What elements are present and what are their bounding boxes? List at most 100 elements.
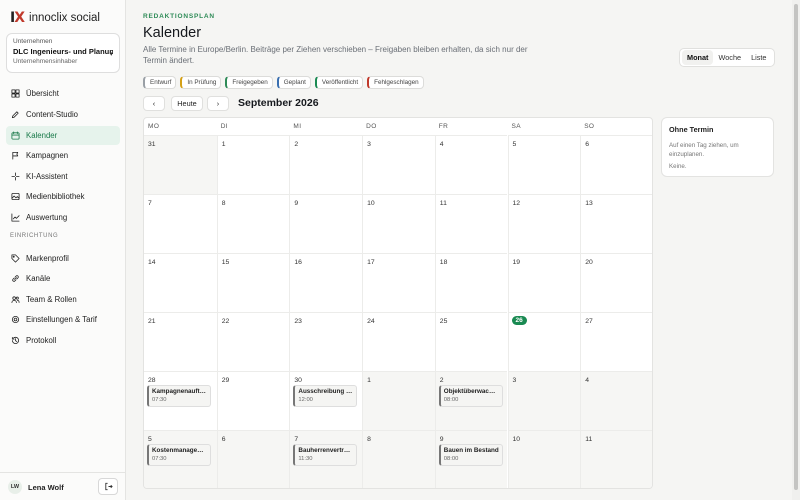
link-icon — [10, 274, 20, 284]
day-cell[interactable]: 16 — [289, 253, 363, 312]
day-cell[interactable]: 5 — [507, 135, 581, 194]
day-cell[interactable]: 2 — [289, 135, 363, 194]
calendar-event[interactable]: Bauherrenvertretung 11:30 — [293, 444, 358, 466]
status-chip-in-pruefung[interactable]: In Prüfung — [180, 76, 222, 89]
view-week-button[interactable]: Woche — [713, 50, 746, 65]
calendar-event[interactable]: Kostenmanagement 07:30 — [147, 444, 211, 466]
sidebar-item-team-rollen[interactable]: Team & Rollen — [6, 290, 120, 309]
day-cell[interactable]: 29 — [216, 371, 290, 430]
day-cell[interactable]: 17 — [362, 253, 435, 312]
day-cell[interactable]: 22 — [216, 312, 290, 371]
day-cell[interactable]: 10 — [362, 194, 435, 253]
day-cell[interactable]: 13 — [580, 194, 652, 253]
event-title: Kostenmanagement — [152, 447, 207, 454]
day-cell[interactable]: 1 — [216, 135, 290, 194]
org-switcher[interactable]: Unternehmen DLC Ingenieurs- und Planungs… — [6, 33, 120, 73]
event-title: Bauen im Bestand — [443, 447, 499, 454]
event-title: Bauherrenvertretung — [298, 447, 354, 454]
scrollbar-thumb[interactable] — [794, 4, 798, 490]
users-icon — [10, 295, 20, 305]
sidebar-item-einstellungen-tarif[interactable]: Einstellungen & Tarif — [6, 310, 120, 329]
calendar-event[interactable]: Kampagnenauftakt 07:30 — [147, 385, 211, 407]
view-list-button[interactable]: Liste — [746, 50, 771, 65]
day-cell[interactable]: 15 — [216, 253, 290, 312]
user-name: Lena Wolf — [28, 483, 64, 492]
day-cell[interactable]: 1 — [362, 371, 435, 430]
event-time: 08:00 — [443, 456, 459, 462]
day-cell[interactable]: 18 — [434, 253, 508, 312]
day-cell[interactable]: 31 — [144, 135, 217, 194]
page-subtitle: Alle Termine in Europe/Berlin. Beiträge … — [143, 45, 528, 65]
day-cell[interactable]: 30 Ausschreibung und Vergabe 12:00 — [289, 371, 363, 430]
sidebar-item-kalender[interactable]: Kalender — [6, 126, 120, 145]
status-chip-entwurf[interactable]: Entwurf — [143, 76, 177, 89]
logout-button[interactable] — [98, 478, 118, 495]
sidebar-item-content-studio[interactable]: Content-Studio — [6, 105, 120, 124]
sidebar: IX innoclix social Unternehmen DLC Ingen… — [0, 0, 126, 500]
day-number: 14 — [148, 259, 156, 266]
day-cell[interactable]: 12 — [507, 194, 581, 253]
event-title: Kampagnenauftakt — [152, 388, 207, 395]
view-month-button[interactable]: Monat — [682, 50, 714, 65]
brand-logo[interactable]: IX innoclix social — [10, 10, 100, 26]
day-cell[interactable]: 20 — [580, 253, 652, 312]
day-cell[interactable]: 24 — [362, 312, 435, 371]
day-cell[interactable]: 7 Bauherrenvertretung 11:30 — [289, 430, 363, 488]
status-chip-veroeffentlicht[interactable]: Veröffentlicht — [314, 76, 364, 89]
sidebar-item-markenprofil[interactable]: Markenprofil — [6, 249, 120, 268]
day-cell[interactable]: 19 — [507, 253, 581, 312]
calendar-event[interactable]: Ausschreibung und Vergabe 12:00 — [293, 385, 358, 407]
sidebar-item-medienbibliothek[interactable]: Medienbibliothek — [6, 187, 120, 206]
day-cell[interactable]: 2 Objektüberwachung 08:00 — [434, 371, 508, 430]
day-cell[interactable]: 26 — [507, 312, 581, 371]
sidebar-item-kampagnen[interactable]: Kampagnen — [6, 146, 120, 165]
day-cell[interactable]: 25 — [434, 312, 508, 371]
sidebar-item-protokoll[interactable]: Protokoll — [6, 331, 120, 350]
day-cell[interactable]: 4 — [580, 371, 652, 430]
chevron-down-icon: ▾ — [109, 51, 113, 58]
chevron-right-icon: › — [216, 99, 220, 108]
day-cell[interactable]: 4 — [434, 135, 508, 194]
next-month-button[interactable]: › — [207, 96, 229, 111]
calendar-event[interactable]: Bauen im Bestand 08:00 — [438, 444, 503, 466]
day-number: 23 — [294, 318, 302, 325]
day-cell[interactable]: 27 — [580, 312, 652, 371]
day-cell[interactable]: 11 — [580, 430, 652, 488]
sidebar-item-auswertung[interactable]: Auswertung — [6, 208, 120, 227]
day-number: 13 — [585, 200, 593, 207]
sidebar-item-kanaele[interactable]: Kanäle — [6, 269, 120, 288]
page-scrollbar[interactable] — [792, 0, 800, 500]
day-cell[interactable]: 5 Kostenmanagement 07:30 — [144, 430, 217, 488]
day-number: 9 — [294, 200, 299, 207]
status-chip-freigegeben[interactable]: Freigegeben — [225, 76, 273, 89]
prev-month-button[interactable]: ‹ — [143, 96, 165, 111]
sidebar-item-uebersicht[interactable]: Übersicht — [6, 84, 120, 103]
day-cell[interactable]: 28 Kampagnenauftakt 07:30 — [144, 371, 217, 430]
day-cell[interactable]: 8 — [216, 194, 290, 253]
day-cell[interactable]: 11 — [434, 194, 508, 253]
status-chip-geplant[interactable]: Geplant — [276, 76, 311, 89]
image-icon — [10, 192, 20, 202]
day-number: 10 — [367, 200, 375, 207]
day-cell[interactable]: 23 — [289, 312, 363, 371]
day-cell[interactable]: 8 — [362, 430, 435, 488]
day-number: 11 — [585, 436, 593, 443]
day-cell[interactable]: 3 — [362, 135, 435, 194]
day-number: 8 — [367, 436, 371, 443]
day-cell[interactable]: 3 — [507, 371, 581, 430]
today-button[interactable]: Heute — [171, 96, 203, 111]
avatar[interactable]: LW — [8, 480, 22, 494]
status-chip-fehlgeschlagen[interactable]: Fehlgeschlagen — [367, 76, 424, 89]
day-cell[interactable]: 6 — [216, 430, 290, 488]
weekday-header: DO — [366, 123, 377, 130]
day-cell[interactable]: 9 — [289, 194, 363, 253]
weekday-header: MO — [148, 123, 160, 130]
day-cell[interactable]: 6 — [580, 135, 652, 194]
day-cell[interactable]: 14 — [144, 253, 217, 312]
day-cell[interactable]: 7 — [144, 194, 217, 253]
day-cell[interactable]: 21 — [144, 312, 217, 371]
sidebar-item-ki-assistent[interactable]: KI-Assistent — [6, 167, 120, 186]
day-cell[interactable]: 9 Bauen im Bestand 08:00 — [434, 430, 508, 488]
calendar-event[interactable]: Objektüberwachung 08:00 — [438, 385, 503, 407]
day-cell[interactable]: 10 — [507, 430, 581, 488]
